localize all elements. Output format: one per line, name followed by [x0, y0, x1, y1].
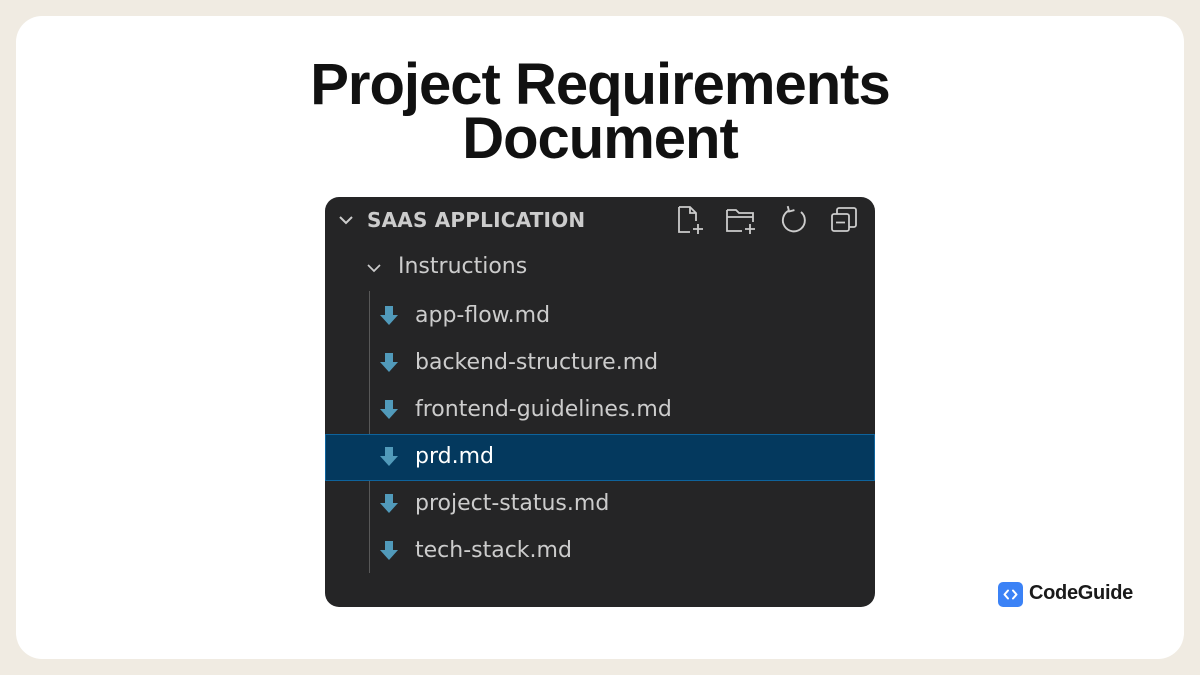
file-explorer-panel: SAAS APPLICATION Instructions app-flow.m…: [325, 197, 875, 607]
new-file-icon: [678, 206, 703, 234]
file-name: tech-stack.md: [415, 538, 572, 563]
markdown-down-arrow-icon: [380, 400, 398, 419]
file-item-tech-stack[interactable]: tech-stack.md: [325, 528, 875, 575]
page-title-line-1: Project Requirements: [310, 52, 891, 117]
code-brackets-icon: [998, 582, 1023, 607]
file-name: project-status.md: [415, 491, 610, 516]
chevron-down-icon[interactable]: [337, 211, 355, 229]
page-title: Project Requirements Document: [0, 52, 1200, 171]
collapse-all-icon: [831, 207, 857, 232]
file-item-backend-structure[interactable]: backend-structure.md: [325, 340, 875, 387]
brand-name: CodeGuide: [1029, 582, 1133, 604]
file-name: backend-structure.md: [415, 350, 659, 375]
markdown-down-arrow-icon: [380, 306, 398, 325]
new-file-button[interactable]: [673, 203, 707, 237]
explorer-header[interactable]: SAAS APPLICATION: [325, 197, 875, 243]
file-name: app-flow.md: [415, 303, 551, 328]
file-item-prd[interactable]: prd.md: [325, 434, 875, 481]
markdown-down-arrow-icon: [380, 353, 398, 372]
folder-label: Instructions: [398, 254, 528, 279]
explorer-title: SAAS APPLICATION: [367, 208, 586, 232]
collapse-all-button[interactable]: [827, 203, 861, 237]
new-folder-button[interactable]: [723, 203, 757, 237]
file-name: prd.md: [415, 444, 494, 469]
file-list: app-flow.md backend-structure.md fronten…: [325, 293, 875, 575]
new-folder-icon: [726, 209, 755, 234]
folder-row-instructions[interactable]: Instructions: [325, 247, 875, 289]
markdown-down-arrow-icon: [380, 541, 398, 560]
refresh-button[interactable]: [777, 203, 811, 237]
markdown-down-arrow-icon: [380, 494, 398, 513]
file-item-frontend-guidelines[interactable]: frontend-guidelines.md: [325, 387, 875, 434]
file-name: frontend-guidelines.md: [415, 397, 672, 422]
page-title-line-2: Document: [462, 106, 739, 171]
markdown-down-arrow-icon: [380, 447, 398, 466]
file-item-app-flow[interactable]: app-flow.md: [325, 293, 875, 340]
chevron-down-icon[interactable]: [365, 259, 383, 277]
refresh-icon: [781, 205, 806, 233]
file-item-project-status[interactable]: project-status.md: [325, 481, 875, 528]
